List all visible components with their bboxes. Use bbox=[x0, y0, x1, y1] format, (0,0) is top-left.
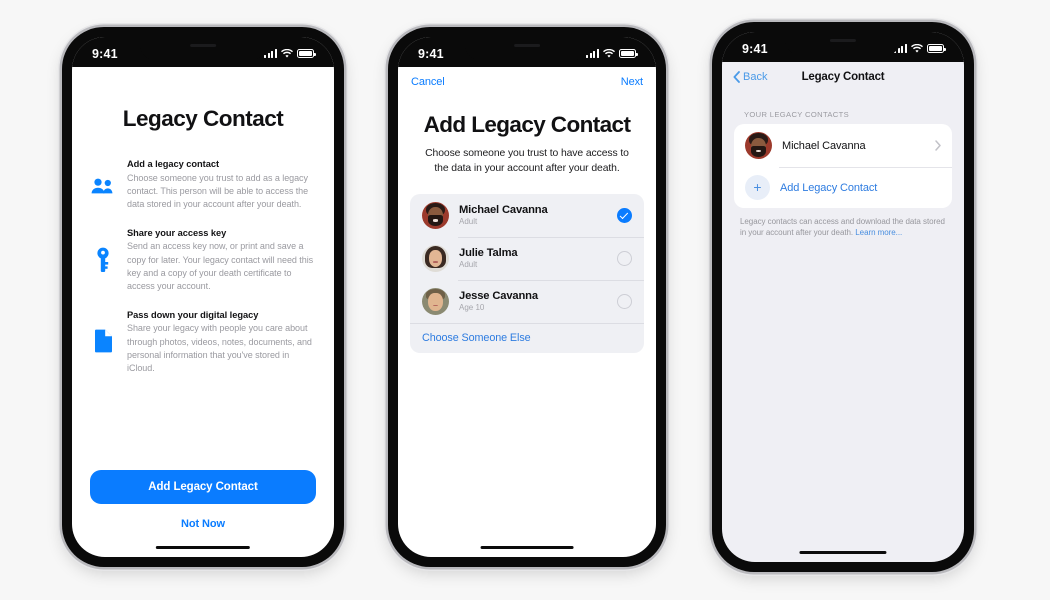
feature-heading: Add a legacy contact bbox=[127, 159, 219, 169]
selection-radio-icon[interactable] bbox=[617, 250, 632, 266]
feature-body: Share your legacy with people you care a… bbox=[127, 323, 312, 373]
two-people-icon bbox=[88, 159, 118, 195]
wifi-icon bbox=[281, 48, 293, 57]
notch bbox=[784, 32, 902, 55]
page-title: Add Legacy Contact bbox=[423, 112, 631, 137]
chevron-right-icon bbox=[935, 140, 941, 151]
navigation-bar: Back Legacy Contact bbox=[722, 62, 964, 91]
status-time: 9:41 bbox=[418, 46, 444, 61]
feature-body: Choose someone you trust to add as a leg… bbox=[127, 172, 309, 209]
feature-heading: Pass down your digital legacy bbox=[127, 309, 259, 320]
cancel-button[interactable]: Cancel bbox=[411, 76, 445, 88]
add-legacy-contact-label: Add Legacy Contact bbox=[780, 181, 878, 194]
contact-meta: Adult bbox=[459, 217, 478, 227]
phone-device-1: 9:41 Legacy Contact Add a legacy contact… bbox=[62, 27, 344, 567]
feature-text: Add a legacy contact Choose someone you … bbox=[127, 159, 318, 211]
feature-heading: Share your access key bbox=[127, 227, 227, 238]
contact-row-julie[interactable]: Julie Talma Adult bbox=[410, 236, 644, 280]
key-icon bbox=[88, 228, 118, 273]
learn-more-link[interactable]: Learn more... bbox=[855, 228, 902, 237]
plus-icon: + bbox=[745, 175, 770, 200]
next-button[interactable]: Next bbox=[621, 76, 643, 88]
selection-checkmark-icon[interactable] bbox=[617, 207, 632, 223]
avatar bbox=[422, 244, 449, 272]
choose-someone-else-button[interactable]: Choose Someone Else bbox=[410, 322, 644, 353]
earpiece-speaker bbox=[830, 39, 856, 42]
feature-item-access-key: Share your access key Send an access key… bbox=[88, 228, 318, 293]
wifi-icon bbox=[603, 48, 615, 57]
cellular-signal-icon bbox=[263, 49, 277, 58]
phone-3-screen: 9:41 Back Legacy Contact YOUR LEGACY CON… bbox=[722, 32, 964, 562]
contact-picker-card: Michael Cavanna Adult Julie Talma Adult bbox=[410, 193, 644, 353]
avatar bbox=[422, 201, 449, 229]
legacy-contacts-card: Michael Cavanna + Add Legacy Contact bbox=[734, 124, 952, 208]
feature-body: Send an access key now, or print and sav… bbox=[127, 241, 314, 291]
chevron-left-icon bbox=[733, 71, 740, 83]
status-time: 9:41 bbox=[742, 41, 768, 56]
add-legacy-contact-row[interactable]: + Add Legacy Contact bbox=[734, 167, 952, 208]
add-legacy-contact-button[interactable]: Add Legacy Contact bbox=[90, 470, 316, 504]
status-icons bbox=[893, 41, 946, 54]
earpiece-speaker bbox=[513, 44, 540, 47]
contact-meta: Adult bbox=[459, 260, 478, 270]
phone-2-content: Cancel Next Add Legacy Contact Choose so… bbox=[398, 37, 656, 557]
contact-row-jesse[interactable]: Jesse Cavanna Age 10 bbox=[410, 279, 644, 323]
page-title: Legacy Contact bbox=[122, 106, 284, 131]
battery-icon bbox=[927, 44, 946, 53]
footnote: Legacy contacts can access and download … bbox=[740, 216, 946, 239]
phone-1-content: Legacy Contact Add a legacy contact Choo… bbox=[72, 37, 334, 557]
back-button[interactable]: Back bbox=[733, 71, 767, 83]
contact-name: Julie Talma bbox=[459, 247, 518, 260]
contact-name: Jesse Cavanna bbox=[459, 290, 538, 303]
status-time: 9:41 bbox=[92, 46, 118, 61]
earpiece-speaker bbox=[190, 44, 216, 47]
phone-device-2: 9:41 Cancel Next Add Legacy Contact Choo… bbox=[388, 27, 666, 567]
notch bbox=[465, 37, 589, 60]
not-now-button[interactable]: Not Now bbox=[90, 517, 316, 531]
avatar bbox=[745, 132, 772, 159]
section-header: YOUR LEGACY CONTACTS bbox=[744, 110, 850, 119]
back-button-label: Back bbox=[743, 71, 768, 83]
home-indicator[interactable] bbox=[799, 550, 887, 554]
phone-device-3: 9:41 Back Legacy Contact YOUR LEGACY CON… bbox=[712, 22, 974, 572]
phone-1-footer: Add Legacy Contact Not Now bbox=[72, 470, 334, 557]
phone-2-screen: 9:41 Cancel Next Add Legacy Contact Choo… bbox=[398, 37, 656, 557]
battery-icon bbox=[297, 49, 316, 58]
phone-3-content: Back Legacy Contact YOUR LEGACY CONTACTS… bbox=[722, 32, 964, 562]
wifi-icon bbox=[911, 43, 923, 52]
feature-text: Share your access key Send an access key… bbox=[127, 228, 318, 293]
contact-row-michael[interactable]: Michael Cavanna Adult bbox=[410, 194, 644, 237]
phone-1-screen: 9:41 Legacy Contact Add a legacy contact… bbox=[72, 37, 334, 557]
footnote-text: Legacy contacts can access and download … bbox=[740, 217, 945, 238]
home-indicator[interactable] bbox=[155, 545, 251, 549]
page-subtitle: Choose someone you trust to have access … bbox=[425, 148, 629, 174]
battery-icon bbox=[619, 49, 638, 58]
contact-info: Jesse Cavanna Age 10 bbox=[459, 290, 607, 312]
selection-radio-icon[interactable] bbox=[617, 293, 632, 309]
document-icon bbox=[88, 310, 118, 353]
avatar bbox=[422, 287, 449, 315]
feature-list: Add a legacy contact Choose someone you … bbox=[72, 159, 334, 375]
contact-meta: Age 10 bbox=[459, 303, 485, 313]
notch bbox=[140, 37, 266, 60]
contact-info: Julie Talma Adult bbox=[459, 247, 607, 269]
navigation-bar: Cancel Next bbox=[398, 67, 656, 92]
status-icons bbox=[263, 46, 316, 59]
legacy-contact-row[interactable]: Michael Cavanna bbox=[734, 124, 952, 167]
home-indicator[interactable] bbox=[480, 545, 574, 549]
contact-name: Michael Cavanna bbox=[459, 204, 548, 217]
feature-item-add-contact: Add a legacy contact Choose someone you … bbox=[88, 159, 318, 211]
contact-info: Michael Cavanna Adult bbox=[459, 204, 607, 226]
status-icons bbox=[585, 46, 638, 59]
feature-text: Pass down your digital legacy Share your… bbox=[127, 310, 318, 375]
contact-name: Michael Cavanna bbox=[782, 139, 866, 152]
feature-item-digital-legacy: Pass down your digital legacy Share your… bbox=[88, 310, 318, 375]
